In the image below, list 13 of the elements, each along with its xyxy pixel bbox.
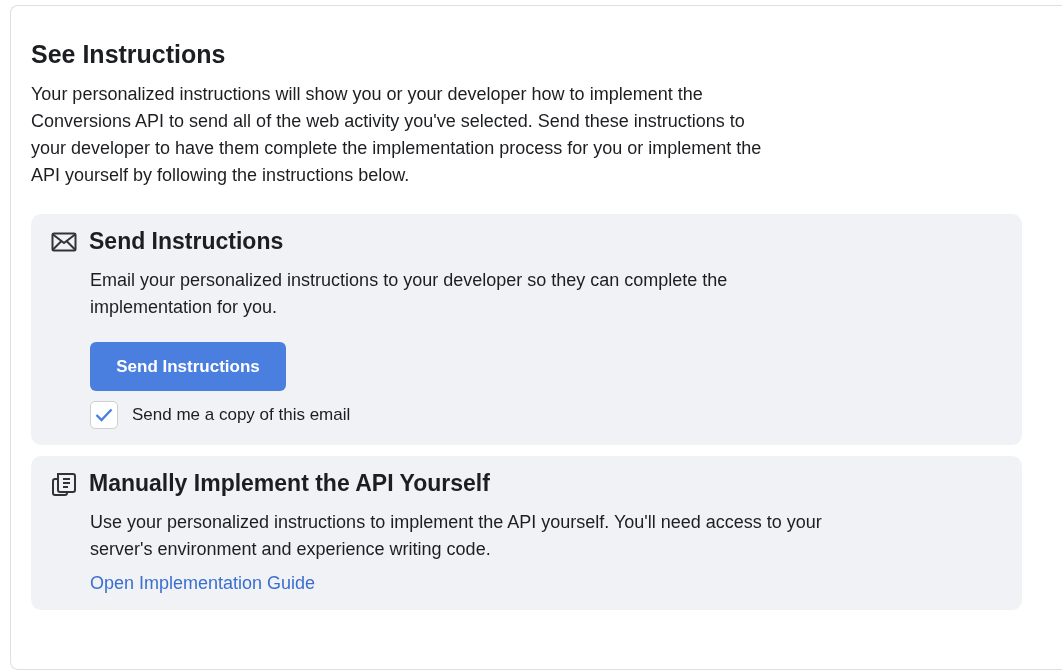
checkmark-icon xyxy=(95,408,113,422)
intro-paragraph: Your personalized instructions will show you or your developer how to implement the Conversions API to send all of the web activity you've selected. Send these instructions to your developer to have them complete the implementation process for you or implement the API yourself by following the instructions below. xyxy=(31,83,763,187)
section-description: Use your personalized instructions to implement the API yourself. You'll need access to your server's environment and experience writing code. xyxy=(90,511,823,561)
checkbox-label: Send me a copy of this email xyxy=(132,405,351,425)
document-icon xyxy=(51,470,77,497)
section-title: Manually Implement the API Yourself xyxy=(89,470,490,497)
envelope-icon xyxy=(51,231,77,252)
send-instructions-button[interactable]: Send Instructions xyxy=(90,342,286,391)
section-title: Send Instructions xyxy=(89,228,284,255)
section-description: Email your personalized instructions to your developer so they can complete the implementation for you. xyxy=(90,269,729,319)
checkbox[interactable] xyxy=(90,401,118,429)
page-title: See Instructions xyxy=(31,40,227,69)
implementation-guide-link[interactable]: Open Implementation Guide xyxy=(90,573,316,594)
